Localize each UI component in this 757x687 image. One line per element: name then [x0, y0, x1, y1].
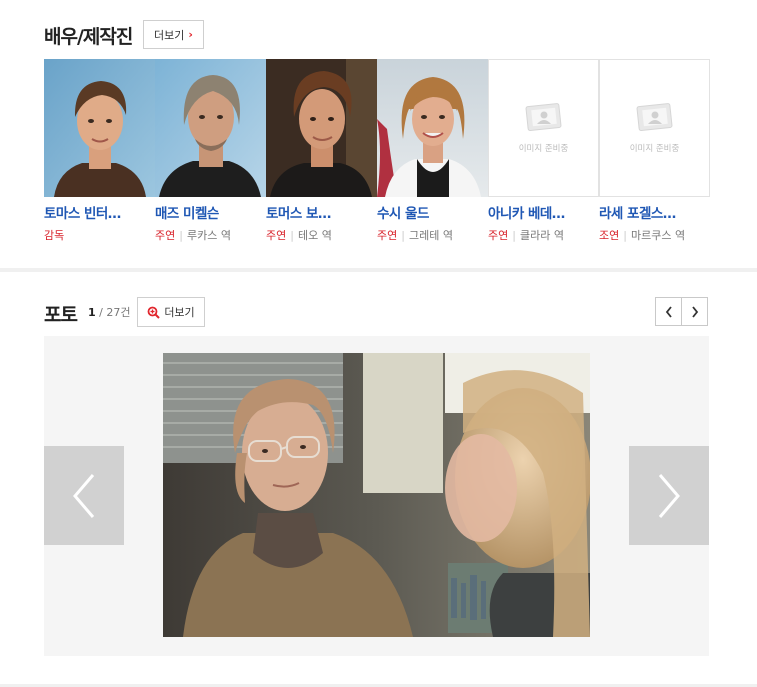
cast-role-name: 테오 역 [297, 229, 332, 242]
prev-page-button[interactable] [655, 297, 682, 326]
placeholder-text: 이미지 준비중 [518, 144, 569, 154]
cast-card[interactable]: 이미지 준비중 아니카 베데… 주연 | 클라라 역 [488, 59, 599, 243]
cast-card[interactable]: 수시 울드 주연 | 그레테 역 [377, 59, 488, 243]
chevron-right-icon [691, 305, 698, 318]
photo-section-title: 포토 [44, 304, 78, 326]
cast-name[interactable]: 수시 울드 [377, 202, 488, 222]
cast-role-name: 루카스 역 [186, 229, 231, 242]
prev-photo-button[interactable] [44, 446, 124, 545]
cast-name[interactable]: 라세 포겔스… [599, 202, 710, 222]
image-placeholder-icon [525, 103, 561, 132]
chevron-right-icon [658, 473, 680, 518]
cast-name[interactable]: 토머스 보… [266, 202, 377, 222]
next-page-button[interactable] [681, 297, 708, 326]
cast-role-type: 주연 [377, 229, 398, 242]
main-photo[interactable] [163, 353, 590, 637]
cast-section-title: 배우/제작진 [44, 26, 133, 48]
cast-more-label: 더보기 [154, 28, 185, 42]
cast-name[interactable]: 아니카 베데… [488, 202, 599, 222]
cast-role: 감독 [44, 227, 155, 243]
cast-photo[interactable] [377, 59, 488, 197]
cast-role: 주연 | 그레테 역 [377, 229, 453, 242]
cast-role-type: 조연 [599, 229, 620, 242]
cast-role-type: 감독 [44, 229, 65, 242]
cast-card[interactable]: 이미지 준비중 라세 포겔스… 조연 | 마르쿠스 역 [599, 59, 710, 243]
photo-more-label: 더보기 [164, 306, 195, 319]
photo-current: 1 [88, 306, 96, 319]
placeholder-text: 이미지 준비중 [629, 144, 680, 154]
cast-photo[interactable] [266, 59, 377, 197]
cast-role: 주연 | 클라라 역 [488, 229, 564, 242]
cast-photo[interactable] [155, 59, 266, 197]
next-photo-button[interactable] [629, 446, 709, 545]
cast-card[interactable]: 매즈 미켈슨 주연 | 루카스 역 [155, 59, 266, 243]
cast-role-name: 클라라 역 [519, 229, 564, 242]
cast-name[interactable]: 토마스 빈터… [44, 202, 155, 222]
chevron-left-icon [73, 473, 95, 518]
section-divider [0, 268, 757, 272]
chevron-right-icon: › [188, 28, 193, 41]
zoom-icon [147, 306, 161, 319]
photo-more-button[interactable]: 더보기 [137, 297, 205, 327]
cast-more-button[interactable]: 더보기 › [143, 20, 204, 49]
cast-photo-placeholder[interactable]: 이미지 준비중 [488, 59, 599, 197]
cast-card[interactable]: 토머스 보… 주연 | 테오 역 [266, 59, 377, 243]
cast-role: 주연 | 테오 역 [266, 229, 332, 242]
cast-role-type: 주연 [266, 229, 287, 242]
photo-viewer [44, 336, 709, 656]
cast-photo[interactable] [44, 59, 155, 197]
photo-total: 27건 [106, 306, 131, 319]
cast-role: 조연 | 마르쿠스 역 [599, 229, 686, 242]
cast-card[interactable]: 토마스 빈터… 감독 [44, 59, 155, 243]
cast-role-name: 그레테 역 [408, 229, 453, 242]
cast-photo-placeholder[interactable]: 이미지 준비중 [599, 59, 710, 197]
chevron-left-icon [665, 305, 672, 318]
cast-name[interactable]: 매즈 미켈슨 [155, 202, 266, 222]
cast-role: 주연 | 루카스 역 [155, 229, 231, 242]
cast-role-type: 주연 [155, 229, 176, 242]
image-placeholder-icon [636, 103, 672, 132]
cast-role-type: 주연 [488, 229, 509, 242]
photo-counter: 1 / 27건 [88, 306, 131, 319]
cast-role-name: 마르쿠스 역 [630, 229, 686, 242]
